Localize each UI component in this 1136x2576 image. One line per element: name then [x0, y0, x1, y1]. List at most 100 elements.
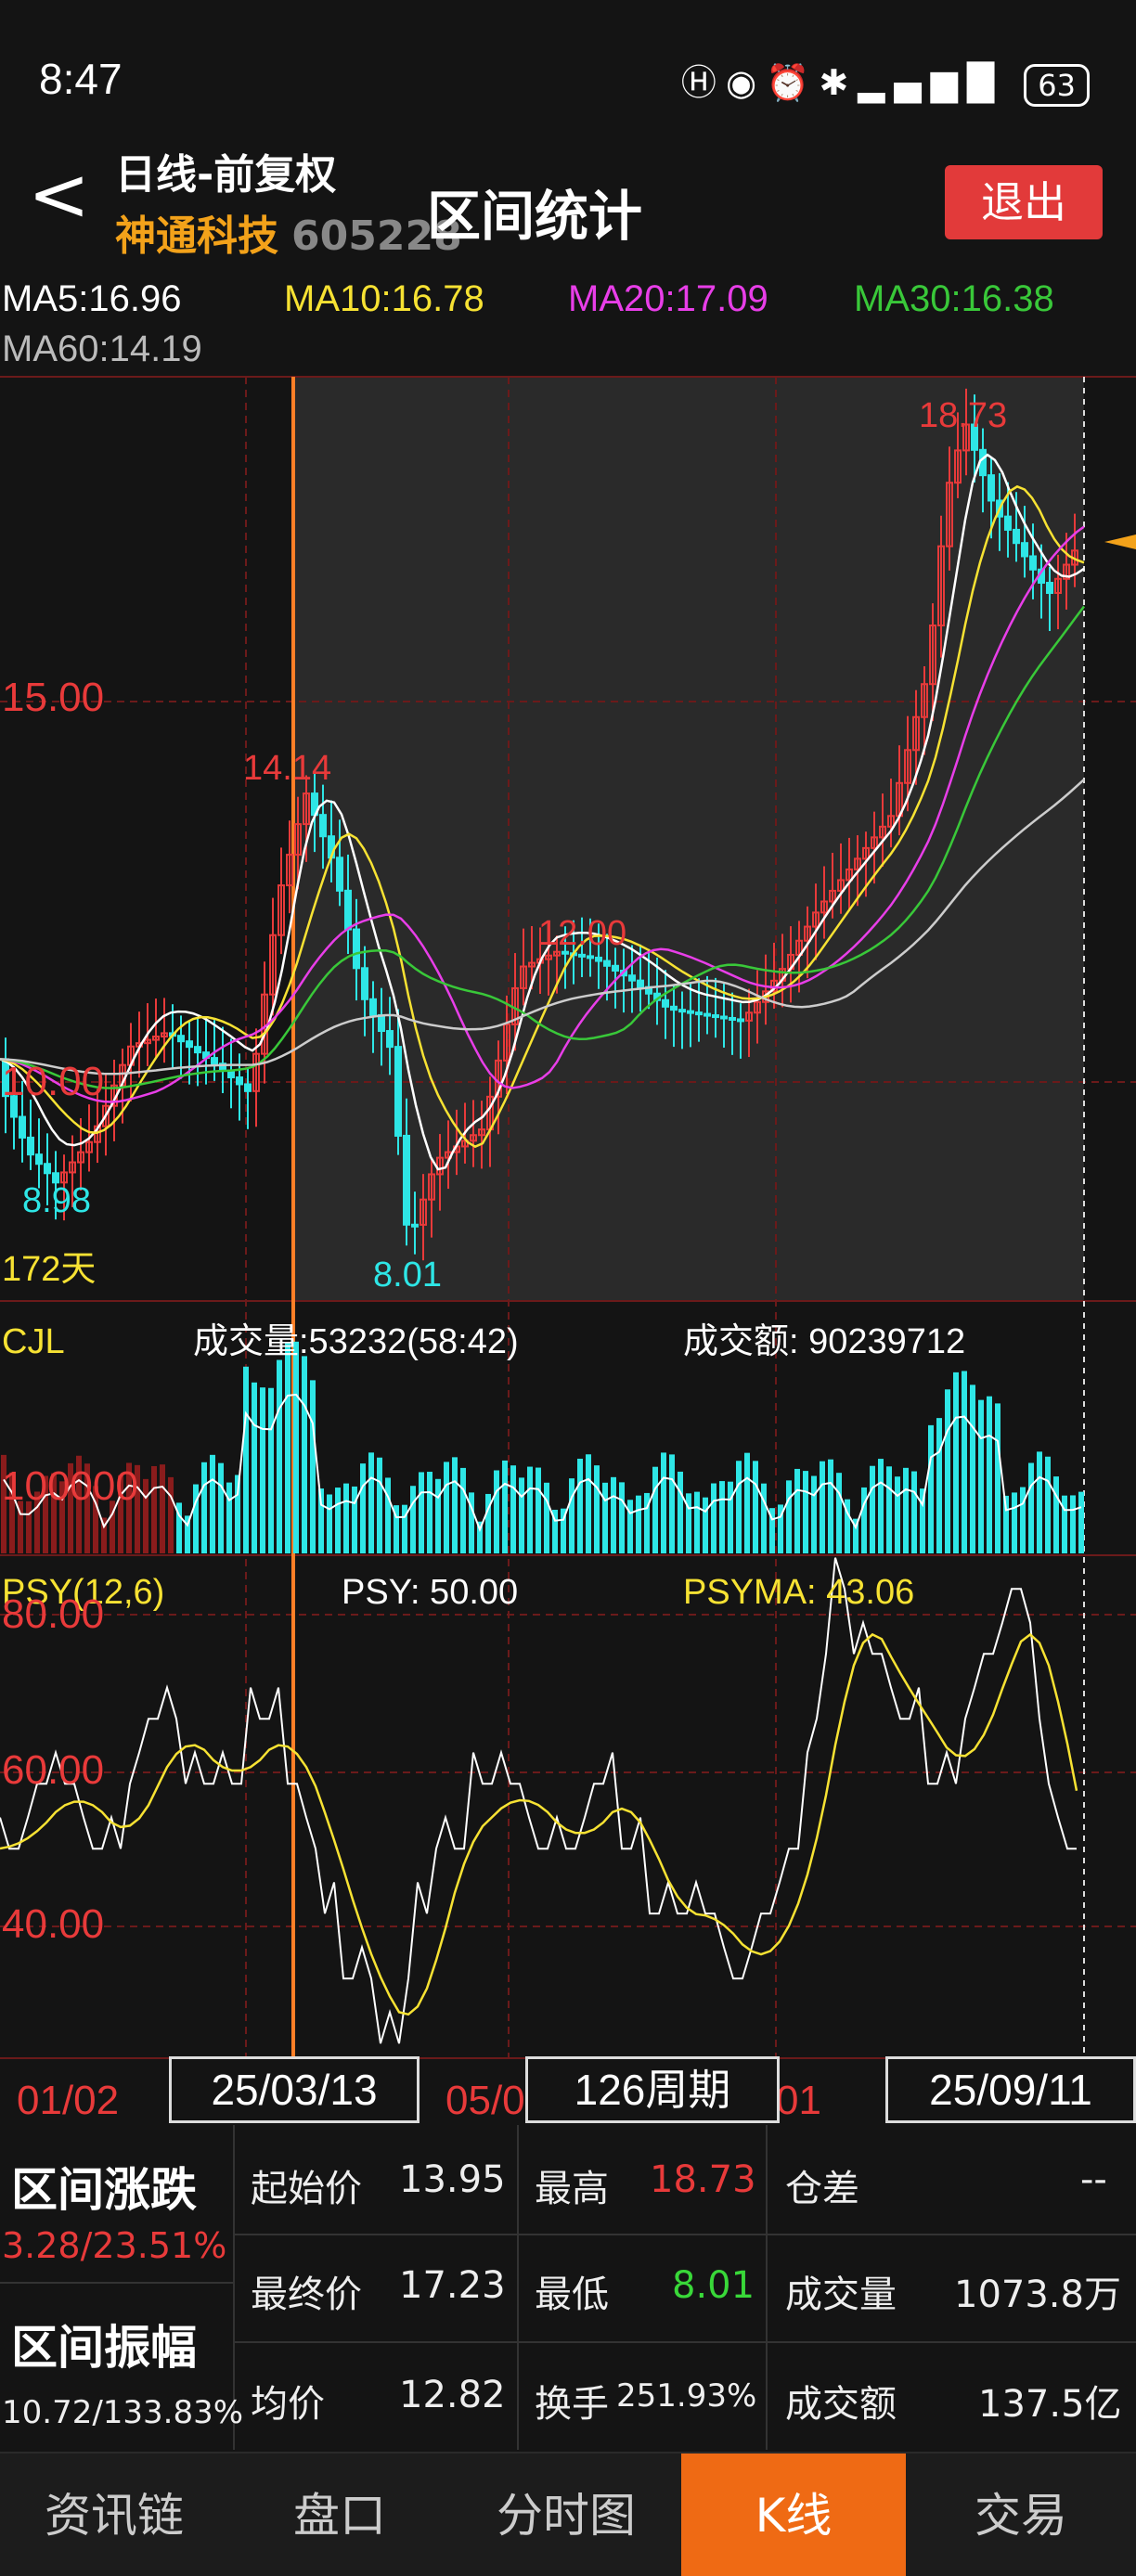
candle-body — [637, 979, 644, 988]
candle-body — [336, 857, 343, 892]
alarm-icon: ⏰ — [766, 62, 820, 103]
nav-kline[interactable]: K线 — [681, 2454, 906, 2576]
volume-value: 成交量:53232(58:42) — [193, 1322, 519, 1361]
end-date-tag[interactable]: 25/09/11 — [885, 2056, 1136, 2123]
volume-bar — [602, 1482, 608, 1553]
exit-button[interactable]: 退出 — [945, 165, 1103, 239]
candle-body — [211, 1057, 218, 1065]
psy-value: PSY: 50.00 — [342, 1573, 518, 1612]
candle-body — [369, 998, 377, 1016]
high-value: 18.73 — [650, 2158, 756, 2201]
status-icons: Ⓗ◉⏰✱▂▄▆█ 63 — [681, 54, 1090, 107]
candle-body — [194, 1046, 201, 1054]
amount-label: 成交额 — [785, 2383, 897, 2426]
period-label[interactable]: 日线-前复权 — [115, 141, 336, 200]
candle-body — [319, 814, 327, 838]
avg-price-label: 均价 — [251, 2383, 325, 2426]
candle-body — [177, 1035, 185, 1043]
volume-bar — [268, 1387, 274, 1553]
ma30-label: MA30:16.38 — [854, 278, 1054, 319]
ma10-label: MA10:16.78 — [284, 278, 484, 319]
candle-body — [1046, 582, 1053, 595]
position-diff-value: -- — [1080, 2158, 1107, 2201]
stock-name: 神通科技 — [115, 213, 278, 260]
candle-body — [712, 1014, 719, 1019]
candle-body — [411, 1223, 419, 1228]
nav-intraday[interactable]: 分时图 — [451, 2454, 681, 2576]
volume-bar — [1062, 1495, 1067, 1553]
candle-body — [678, 1009, 686, 1013]
volume-title: CJL — [2, 1322, 65, 1361]
volume-bar — [293, 1341, 299, 1553]
volume-bar — [970, 1385, 975, 1553]
candle-body — [603, 960, 611, 967]
candle-body — [587, 955, 594, 960]
candle-body — [670, 1005, 678, 1011]
range-change-value: 3.28/23.51% — [2, 2225, 227, 2266]
ma5-label: MA5:16.96 — [2, 278, 182, 319]
x-label-2: 05/0 — [445, 2078, 525, 2123]
volume-bar — [936, 1418, 942, 1553]
clock: 8:47 — [39, 55, 123, 103]
volume-bar — [151, 1465, 157, 1553]
volume-bar — [761, 1483, 767, 1553]
candle-body — [988, 474, 995, 502]
volume-bar — [803, 1471, 808, 1553]
battery-icon: 63 — [1024, 63, 1090, 107]
volume-bar — [1078, 1491, 1084, 1553]
volume-bar — [419, 1472, 424, 1553]
nav-info-chain[interactable]: 资讯链 — [0, 2454, 228, 2576]
volume-bar — [226, 1482, 232, 1553]
volume-bar — [360, 1463, 366, 1553]
volume-bar — [861, 1487, 867, 1553]
nav-order-book[interactable]: 盘口 — [228, 2454, 451, 2576]
volume-bar — [661, 1452, 666, 1553]
volume-bar — [978, 1399, 984, 1553]
mid-price-label: 12.00 — [538, 914, 626, 953]
candle-body — [35, 1153, 43, 1166]
volume-bar — [828, 1459, 833, 1553]
volume-bar — [719, 1481, 725, 1553]
volume-bar — [1020, 1487, 1026, 1553]
candle-body — [704, 1012, 711, 1017]
nav-trade[interactable]: 交易 — [906, 2454, 1136, 2576]
high-label: 最高 — [535, 2168, 609, 2210]
volume-bar — [502, 1460, 508, 1553]
volume-bar — [652, 1466, 658, 1553]
price-level-15: 15.00 — [2, 675, 104, 720]
top-price-label: 18.73 — [919, 396, 1007, 435]
psy-level-80: 80.00 — [2, 1591, 104, 1637]
price-marker-icon — [1104, 535, 1136, 549]
volume-bar — [953, 1372, 959, 1553]
x-label-1: 01/02 — [17, 2078, 119, 2123]
volume-bar — [527, 1466, 533, 1553]
back-arrow-icon[interactable]: < — [28, 158, 90, 232]
avg-price-value: 12.82 — [399, 2374, 506, 2416]
volume-bar — [243, 1366, 249, 1553]
bluetooth-icon: ✱ — [819, 62, 858, 103]
candle-body — [1013, 528, 1020, 545]
range-stats-panel: 区间涨跌 3.28/23.51% 区间振幅 10.72/133.83% 起始价 … — [0, 2125, 1136, 2450]
volume-bar — [820, 1461, 825, 1553]
candle-body — [394, 1046, 402, 1137]
volume-bar — [510, 1465, 516, 1553]
high-price-label: 14.14 — [243, 749, 331, 788]
volume-bar — [427, 1472, 432, 1553]
volume-bar — [277, 1359, 282, 1553]
volume-bar — [744, 1452, 750, 1553]
volume-bar — [636, 1495, 641, 1553]
kline-chart[interactable]: 15.00 10.00 14.14 8.98 12.00 8.01 18.73 … — [0, 375, 1136, 2125]
start-date-tag[interactable]: 25/03/13 — [169, 2056, 420, 2123]
candle-body — [687, 1010, 694, 1014]
volume-bar — [878, 1459, 884, 1553]
eye-icon: ◉ — [725, 62, 767, 103]
volume-bar — [686, 1493, 691, 1553]
volume-bar — [619, 1482, 625, 1553]
candle-body — [353, 928, 360, 970]
volume-bar — [519, 1477, 524, 1553]
volume-bar — [836, 1473, 842, 1553]
volume-bar — [903, 1467, 909, 1553]
volume-bar — [452, 1457, 458, 1553]
volume-bar — [911, 1471, 917, 1553]
psy-level-40: 40.00 — [2, 1901, 104, 1947]
